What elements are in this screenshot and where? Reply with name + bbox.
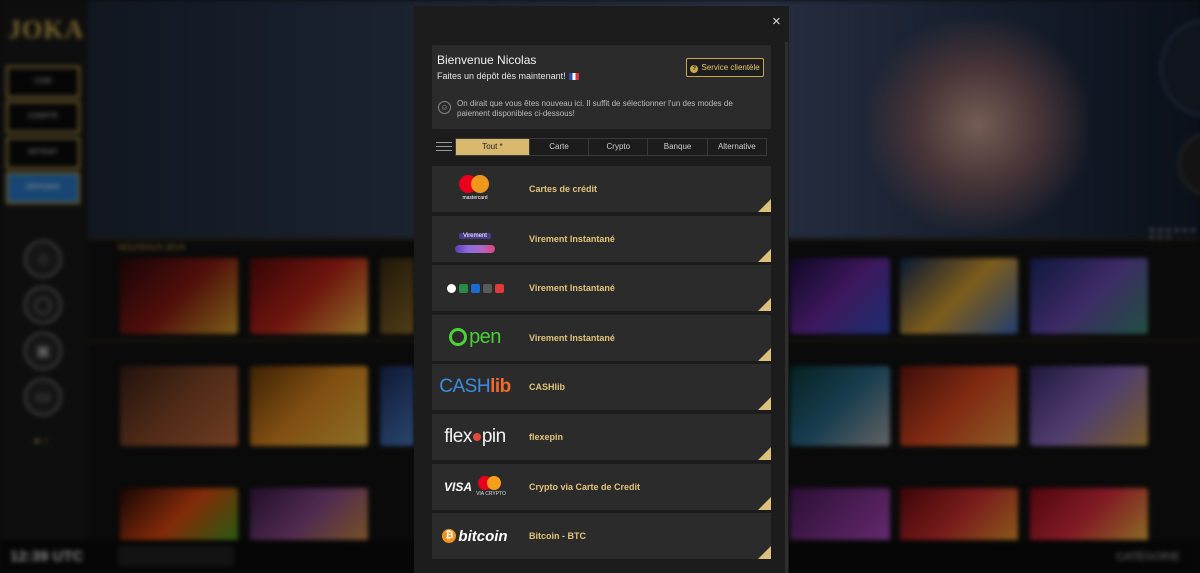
- payment-method-label: Crypto via Carte de Credit: [529, 481, 641, 492]
- corner-badge: [758, 446, 771, 460]
- tab-crypto[interactable]: Crypto: [589, 139, 649, 155]
- welcome-note: On dirait que vous êtes nouveau ici. Il …: [457, 99, 733, 118]
- corner-badge: [758, 248, 771, 262]
- corner-badge: [758, 546, 771, 560]
- tab-all[interactable]: Tout *: [456, 139, 530, 155]
- payment-method-label: Bitcoin - BTC: [529, 531, 586, 542]
- payment-method-instant-transfer[interactable]: pen Virement Instantané: [432, 314, 771, 361]
- question-icon: ?: [690, 65, 699, 73]
- payment-method-label: Virement Instantané: [529, 283, 615, 294]
- payment-method-label: flexepin: [529, 431, 564, 442]
- payment-method-credit-cards[interactable]: mastercard Cartes de crédit: [432, 166, 771, 212]
- tab-alternative[interactable]: Alternative: [708, 139, 766, 155]
- corner-badge: [758, 298, 771, 312]
- payment-method-flexepin[interactable]: flex pin flexepin: [432, 413, 771, 460]
- welcome-subtitle: Faites un dépôt dès maintenant!: [437, 71, 579, 81]
- payment-method-crypto-card[interactable]: VISA VIA CRYPTO Crypto via Carte de Credi…: [432, 463, 771, 510]
- virement-icon: Virement: [440, 224, 510, 254]
- visa-mastercard-icon: VISA VIA CRYPTO: [440, 472, 510, 502]
- payment-method-label: Cartes de crédit: [529, 184, 598, 194]
- close-icon[interactable]: ×: [772, 14, 786, 30]
- filter-icon[interactable]: [436, 139, 452, 155]
- payment-method-list: mastercard Cartes de crédit Virement Vir…: [432, 166, 771, 563]
- cashlib-icon: CASHlib: [439, 376, 511, 398]
- payment-method-instant-transfer[interactable]: Virement Virement Instantané: [432, 215, 771, 262]
- payment-method-label: CASHlib: [529, 382, 565, 393]
- payment-filter-tabs: Tout * Carte Crypto Banque Alternative: [455, 138, 767, 156]
- modal-scrollbar[interactable]: [785, 42, 788, 573]
- flexepin-icon: flex pin: [444, 425, 506, 447]
- bank-apps-icon: [440, 273, 510, 303]
- mastercard-icon: mastercard: [440, 174, 510, 204]
- tab-card[interactable]: Carte: [530, 139, 590, 155]
- corner-badge: [758, 347, 771, 361]
- payment-method-cashlib[interactable]: CASHlib CASHlib: [432, 364, 771, 411]
- smiley-icon: ☺: [438, 101, 451, 114]
- corner-badge: [758, 397, 771, 411]
- bitcoin-icon: ₿ bitcoin: [440, 521, 510, 551]
- france-flag-icon: [568, 73, 579, 80]
- welcome-panel: Bienvenue Nicolas Faites un dépôt dès ma…: [432, 45, 771, 129]
- payment-method-label: Virement Instantané: [529, 233, 615, 244]
- customer-service-button[interactable]: ? Service clientèle: [686, 58, 764, 77]
- payment-method-bitcoin[interactable]: ₿ bitcoin Bitcoin - BTC: [432, 513, 771, 560]
- payment-method-instant-transfer[interactable]: Virement Instantané: [432, 265, 771, 312]
- welcome-title: Bienvenue Nicolas: [437, 53, 537, 67]
- open-icon: pen: [440, 323, 510, 353]
- deposit-modal: × Bienvenue Nicolas Faites un dépôt dès …: [414, 6, 789, 573]
- corner-badge: [758, 199, 771, 212]
- payment-method-label: Virement Instantané: [529, 332, 615, 343]
- tab-bank[interactable]: Banque: [648, 139, 708, 155]
- corner-badge: [758, 496, 771, 510]
